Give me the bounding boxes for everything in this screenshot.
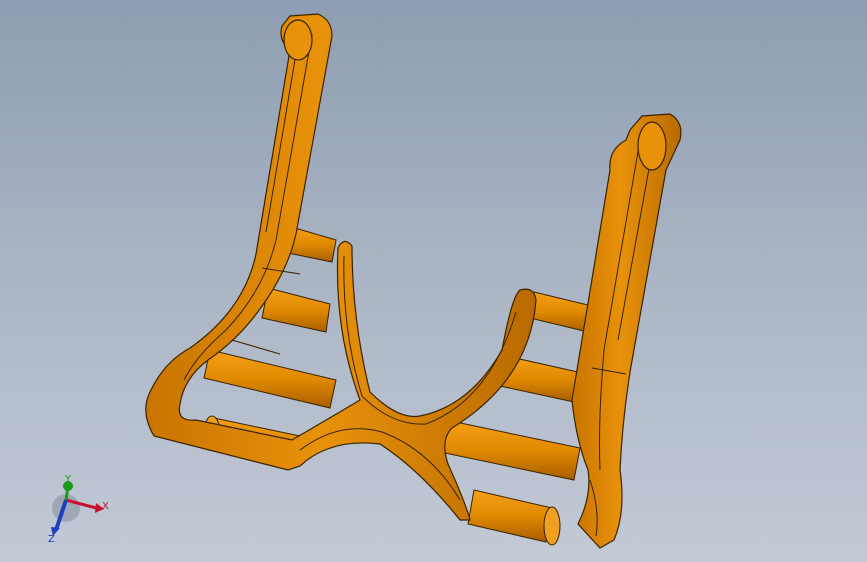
graphics-viewport[interactable]: X Y Z — [0, 0, 867, 562]
right-rod-4-cap — [543, 506, 561, 546]
x-axis-label: X — [102, 501, 109, 512]
right-rod-1 — [529, 291, 593, 333]
cad-part-model[interactable] — [0, 0, 867, 562]
right-rod-4 — [467, 489, 553, 543]
axis-triad: X Y Z — [48, 474, 109, 544]
left-rod-2 — [261, 287, 331, 333]
left-top-boss — [283, 19, 313, 61]
right-arm — [571, 113, 682, 549]
right-top-boss — [637, 121, 667, 171]
y-axis-label: Y — [64, 474, 72, 485]
z-axis-label: Z — [48, 534, 55, 544]
right-rod-3 — [439, 419, 581, 481]
left-rod-3 — [203, 349, 337, 409]
